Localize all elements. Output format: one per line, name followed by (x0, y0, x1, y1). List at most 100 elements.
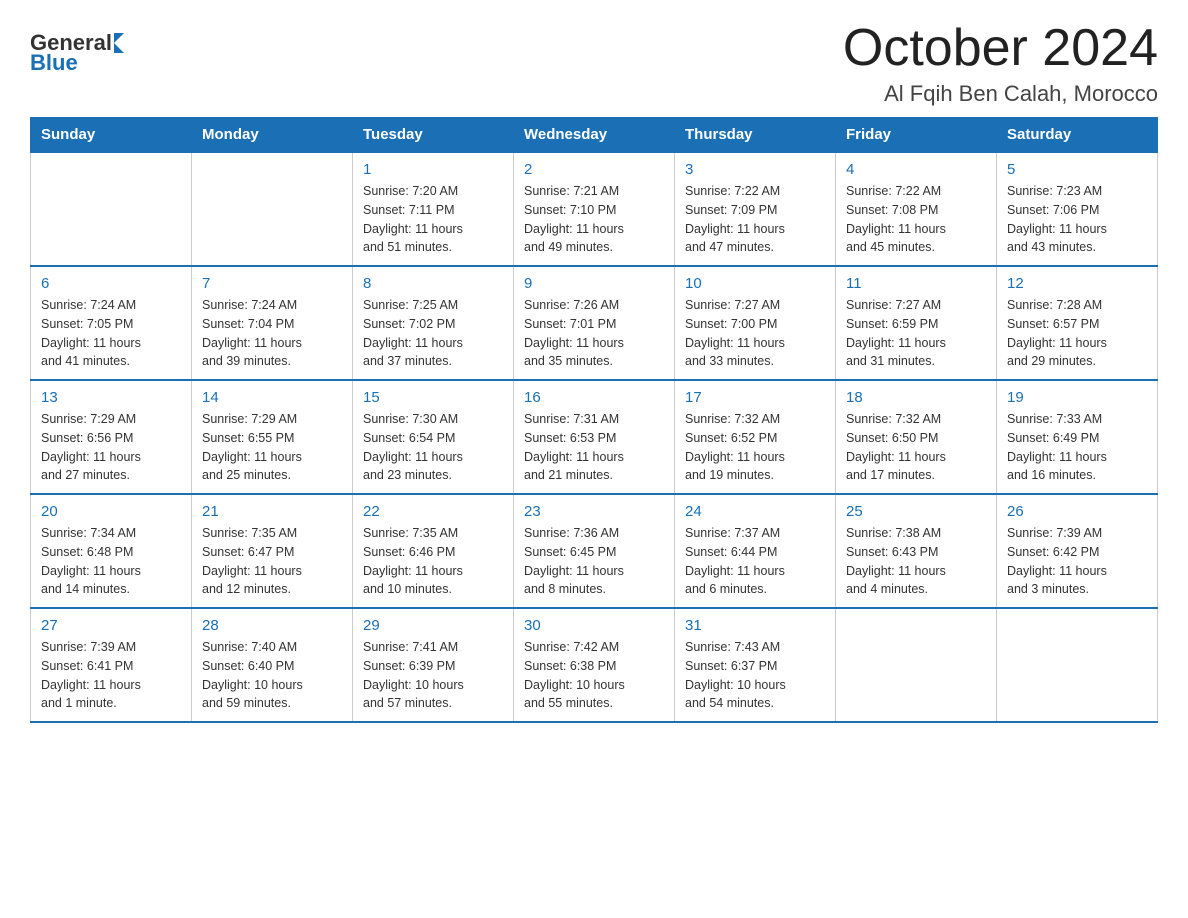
day-info: Sunrise: 7:42 AM Sunset: 6:38 PM Dayligh… (524, 638, 664, 713)
day-number: 10 (685, 275, 825, 292)
week-row-5: 27Sunrise: 7:39 AM Sunset: 6:41 PM Dayli… (31, 608, 1158, 722)
day-number: 28 (202, 617, 342, 634)
calendar-cell: 10 Sunrise: 7:27 AM Sunset: 7:00 PM Dayli… (675, 266, 836, 380)
calendar-cell: 22 Sunrise: 7:35 AM Sunset: 6:46 PM Dayli… (353, 494, 514, 608)
calendar-cell: 4 Sunrise: 7:22 AM Sunset: 7:08 PM Daylig… (836, 152, 997, 266)
header-row: SundayMondayTuesdayWednesdayThursdayFrid… (31, 118, 1158, 153)
calendar-cell: 9 Sunrise: 7:26 AM Sunset: 7:01 PM Daylig… (514, 266, 675, 380)
day-number: 15 (363, 389, 503, 406)
day-info: Sunrise: 7:22 AM Sunset: 7:09 PM Dayligh… (685, 182, 825, 257)
header-thursday: Thursday (675, 118, 836, 153)
calendar-table: SundayMondayTuesdayWednesdayThursdayFrid… (30, 117, 1158, 723)
day-info: Sunrise: 7:40 AM Sunset: 6:40 PM Dayligh… (202, 638, 342, 713)
day-info: Sunrise: 7:31 AM Sunset: 6:53 PM Dayligh… (524, 410, 664, 485)
day-info: Sunrise: 7:32 AM Sunset: 6:50 PM Dayligh… (846, 410, 986, 485)
day-number: 18 (846, 389, 986, 406)
location-subtitle: Al Fqih Ben Calah, Morocco (843, 81, 1158, 107)
day-number: 12 (1007, 275, 1147, 292)
day-info: Sunrise: 7:38 AM Sunset: 6:43 PM Dayligh… (846, 524, 986, 599)
day-number: 4 (846, 161, 986, 178)
week-row-1: 1Sunrise: 7:20 AM Sunset: 7:11 PM Daylig… (31, 152, 1158, 266)
day-number: 23 (524, 503, 664, 520)
day-number: 20 (41, 503, 181, 520)
calendar-cell: 2 Sunrise: 7:21 AM Sunset: 7:10 PM Daylig… (514, 152, 675, 266)
day-number: 13 (41, 389, 181, 406)
calendar-cell: 16 Sunrise: 7:31 AM Sunset: 6:53 PM Dayli… (514, 380, 675, 494)
calendar-cell: 25 Sunrise: 7:38 AM Sunset: 6:43 PM Dayli… (836, 494, 997, 608)
day-info: Sunrise: 7:33 AM Sunset: 6:49 PM Dayligh… (1007, 410, 1147, 485)
day-info: Sunrise: 7:24 AM Sunset: 7:04 PM Dayligh… (202, 296, 342, 371)
day-number: 27 (41, 617, 181, 634)
calendar-cell: 30Sunrise: 7:42 AM Sunset: 6:38 PM Dayli… (514, 608, 675, 722)
calendar-cell: 5 Sunrise: 7:23 AM Sunset: 7:06 PM Daylig… (997, 152, 1158, 266)
day-info: Sunrise: 7:26 AM Sunset: 7:01 PM Dayligh… (524, 296, 664, 371)
header-tuesday: Tuesday (353, 118, 514, 153)
day-number: 24 (685, 503, 825, 520)
header-monday: Monday (192, 118, 353, 153)
day-info: Sunrise: 7:23 AM Sunset: 7:06 PM Dayligh… (1007, 182, 1147, 257)
calendar-cell: 18 Sunrise: 7:32 AM Sunset: 6:50 PM Dayli… (836, 380, 997, 494)
day-number: 19 (1007, 389, 1147, 406)
header-sunday: Sunday (31, 118, 192, 153)
calendar-cell: 24 Sunrise: 7:37 AM Sunset: 6:44 PM Dayli… (675, 494, 836, 608)
day-number: 7 (202, 275, 342, 292)
day-number: 11 (846, 275, 986, 292)
calendar-cell (836, 608, 997, 722)
day-info: Sunrise: 7:22 AM Sunset: 7:08 PM Dayligh… (846, 182, 986, 257)
day-info: Sunrise: 7:28 AM Sunset: 6:57 PM Dayligh… (1007, 296, 1147, 371)
day-info: Sunrise: 7:32 AM Sunset: 6:52 PM Dayligh… (685, 410, 825, 485)
day-number: 26 (1007, 503, 1147, 520)
day-info: Sunrise: 7:29 AM Sunset: 6:56 PM Dayligh… (41, 410, 181, 485)
calendar-title: October 2024 (843, 20, 1158, 77)
calendar-cell: 6 Sunrise: 7:24 AM Sunset: 7:05 PM Daylig… (31, 266, 192, 380)
calendar-cell: 3Sunrise: 7:22 AM Sunset: 7:09 PM Daylig… (675, 152, 836, 266)
calendar-cell: 19 Sunrise: 7:33 AM Sunset: 6:49 PM Dayli… (997, 380, 1158, 494)
calendar-cell: 13 Sunrise: 7:29 AM Sunset: 6:56 PM Dayli… (31, 380, 192, 494)
day-info: Sunrise: 7:36 AM Sunset: 6:45 PM Dayligh… (524, 524, 664, 599)
day-info: Sunrise: 7:25 AM Sunset: 7:02 PM Dayligh… (363, 296, 503, 371)
day-info: Sunrise: 7:37 AM Sunset: 6:44 PM Dayligh… (685, 524, 825, 599)
calendar-cell: 21 Sunrise: 7:35 AM Sunset: 6:47 PM Dayli… (192, 494, 353, 608)
logo-blue-text: Blue (30, 50, 78, 76)
day-number: 29 (363, 617, 503, 634)
day-number: 2 (524, 161, 664, 178)
day-number: 1 (363, 161, 503, 178)
day-number: 22 (363, 503, 503, 520)
day-info: Sunrise: 7:35 AM Sunset: 6:46 PM Dayligh… (363, 524, 503, 599)
calendar-cell: 20 Sunrise: 7:34 AM Sunset: 6:48 PM Dayli… (31, 494, 192, 608)
day-number: 21 (202, 503, 342, 520)
header-friday: Friday (836, 118, 997, 153)
calendar-cell: 15 Sunrise: 7:30 AM Sunset: 6:54 PM Dayli… (353, 380, 514, 494)
day-number: 8 (363, 275, 503, 292)
day-info: Sunrise: 7:34 AM Sunset: 6:48 PM Dayligh… (41, 524, 181, 599)
day-number: 6 (41, 275, 181, 292)
header-wednesday: Wednesday (514, 118, 675, 153)
calendar-cell: 27Sunrise: 7:39 AM Sunset: 6:41 PM Dayli… (31, 608, 192, 722)
calendar-cell (192, 152, 353, 266)
day-info: Sunrise: 7:27 AM Sunset: 7:00 PM Dayligh… (685, 296, 825, 371)
calendar-cell: 7 Sunrise: 7:24 AM Sunset: 7:04 PM Daylig… (192, 266, 353, 380)
title-section: October 2024 Al Fqih Ben Calah, Morocco (843, 20, 1158, 107)
calendar-cell: 31Sunrise: 7:43 AM Sunset: 6:37 PM Dayli… (675, 608, 836, 722)
day-info: Sunrise: 7:41 AM Sunset: 6:39 PM Dayligh… (363, 638, 503, 713)
header-saturday: Saturday (997, 118, 1158, 153)
day-number: 5 (1007, 161, 1147, 178)
calendar-cell: 29 Sunrise: 7:41 AM Sunset: 6:39 PM Dayli… (353, 608, 514, 722)
calendar-cell: 17Sunrise: 7:32 AM Sunset: 6:52 PM Dayli… (675, 380, 836, 494)
logo: General Blue (30, 30, 124, 76)
day-info: Sunrise: 7:21 AM Sunset: 7:10 PM Dayligh… (524, 182, 664, 257)
week-row-2: 6 Sunrise: 7:24 AM Sunset: 7:05 PM Daylig… (31, 266, 1158, 380)
day-info: Sunrise: 7:24 AM Sunset: 7:05 PM Dayligh… (41, 296, 181, 371)
calendar-cell: 1Sunrise: 7:20 AM Sunset: 7:11 PM Daylig… (353, 152, 514, 266)
day-info: Sunrise: 7:35 AM Sunset: 6:47 PM Dayligh… (202, 524, 342, 599)
day-number: 14 (202, 389, 342, 406)
calendar-cell: 8 Sunrise: 7:25 AM Sunset: 7:02 PM Daylig… (353, 266, 514, 380)
day-number: 9 (524, 275, 664, 292)
day-number: 16 (524, 389, 664, 406)
day-info: Sunrise: 7:30 AM Sunset: 6:54 PM Dayligh… (363, 410, 503, 485)
day-info: Sunrise: 7:27 AM Sunset: 6:59 PM Dayligh… (846, 296, 986, 371)
day-number: 25 (846, 503, 986, 520)
day-info: Sunrise: 7:29 AM Sunset: 6:55 PM Dayligh… (202, 410, 342, 485)
calendar-cell: 28 Sunrise: 7:40 AM Sunset: 6:40 PM Dayli… (192, 608, 353, 722)
calendar-cell: 14 Sunrise: 7:29 AM Sunset: 6:55 PM Dayli… (192, 380, 353, 494)
